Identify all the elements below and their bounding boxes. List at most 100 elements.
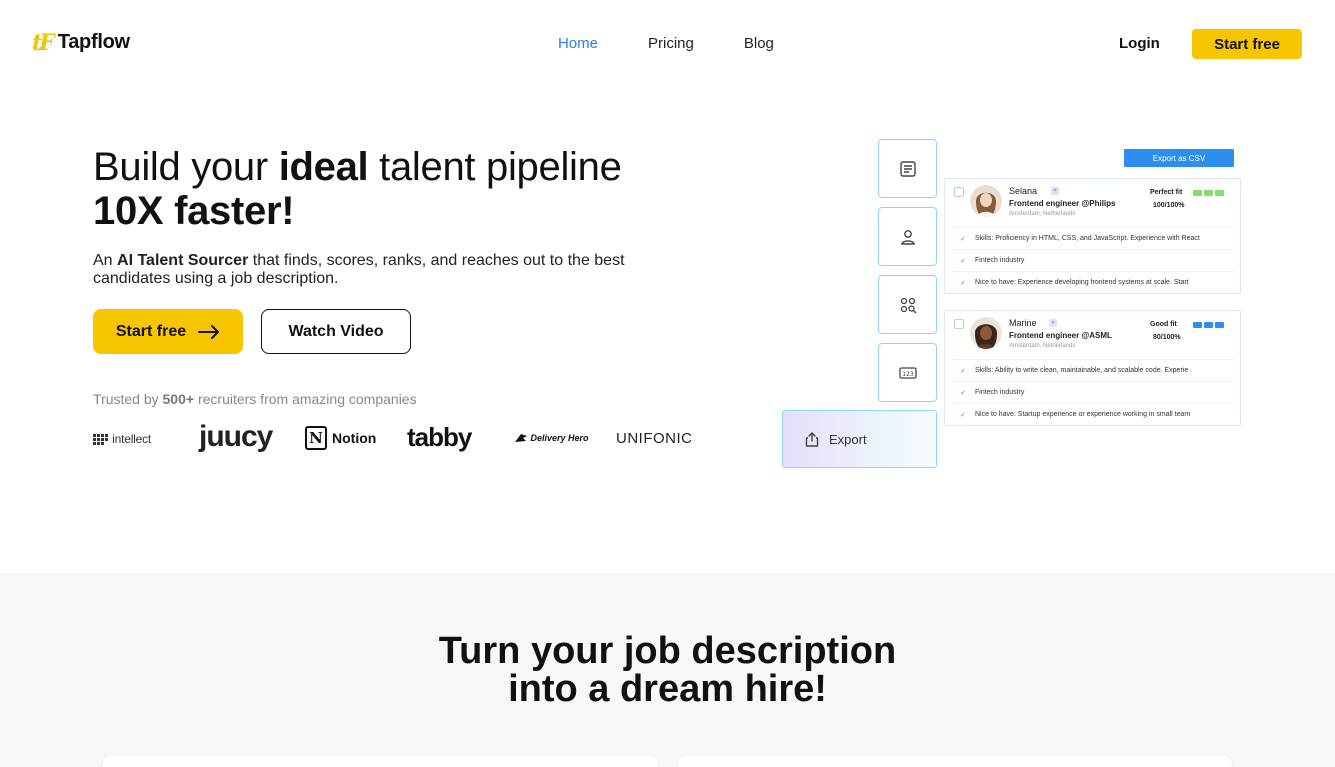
trusted-by-text: Trusted by 500+ recruiters from amazing … (93, 391, 417, 407)
intellect-text: intellect (112, 432, 152, 446)
linkedin-icon (1051, 187, 1059, 195)
fit-bar (1204, 190, 1213, 196)
feature-card (678, 755, 1232, 767)
company-logo-unifonic: UNIFONIC (616, 430, 693, 447)
company-logo-delivery-hero: Delivery Hero (514, 433, 589, 443)
start-free-top-button[interactable]: Start free (1192, 29, 1302, 59)
check-icon: ✔ (960, 280, 966, 287)
fit-bars (1193, 190, 1224, 196)
check-icon: ✔ (960, 368, 966, 375)
logo[interactable]: tF Tapflow (32, 31, 130, 54)
number-icon: 123 (898, 366, 917, 379)
fit-label: Good fit (1150, 321, 1177, 328)
company-logo-juucy: juucy (199, 420, 273, 453)
hero-subtitle: An AI Talent Sourcer that finds, scores,… (93, 252, 693, 288)
hero-title-line2: 10X faster! (93, 189, 295, 233)
start-free-label: Start free (115, 322, 187, 340)
hero-title-part: Build your (93, 145, 279, 189)
nav-link-home[interactable]: Home (558, 35, 598, 52)
hero-title: Build your ideal talent pipeline 10X fas… (93, 145, 622, 233)
side-panel-document (878, 139, 937, 198)
avatar (970, 185, 1002, 217)
hero-title-part: talent pipeline (368, 145, 622, 189)
top-nav: tF Tapflow Home Pricing Blog Login Start… (0, 0, 1335, 88)
hero-title-emphasis: ideal (278, 145, 369, 189)
notion-n-icon: N (305, 426, 327, 450)
criteria-row: ✔ Skills: Ability to write clean, maintai… (951, 359, 1234, 381)
candidate-header: Selana Frontend engineer @Philips Amster… (945, 179, 1240, 227)
candidate-role: Frontend engineer @ASML (1009, 331, 1112, 340)
logo-mark: tF (32, 29, 55, 56)
trusted-count: 500+ (162, 391, 195, 407)
company-logos: intellect juucy N Notion tabby Delivery … (93, 420, 713, 456)
check-icon: ✔ (960, 412, 966, 419)
check-icon: ✔ (960, 236, 966, 243)
fit-label: Perfect fit (1150, 189, 1183, 196)
side-panel-search-grid (878, 275, 937, 334)
nav-link-pricing[interactable]: Pricing (648, 35, 694, 52)
criteria-row: ✔ Fintech industry (951, 381, 1234, 403)
check-icon: ✔ (960, 390, 966, 397)
fit-bars (1193, 322, 1224, 328)
nav-link-blog[interactable]: Blog (744, 35, 774, 52)
criteria-text: Skills: Proficiency in HTML, CSS, and Ja… (975, 235, 1200, 242)
export-csv-button[interactable]: Export as CSV (1124, 149, 1234, 167)
criteria-row: ✔ Skills: Proficiency in HTML, CSS, and J… (951, 227, 1234, 249)
delivery-hero-text: Delivery Hero (530, 433, 589, 443)
candidate-name: Selana (1009, 186, 1038, 196)
export-label: Export (829, 431, 867, 447)
login-link[interactable]: Login (1119, 35, 1160, 52)
avatar (970, 317, 1002, 349)
trusted-part: Trusted by (93, 391, 163, 407)
criteria-text: Nice to have: Startup experience or expe… (975, 411, 1191, 418)
company-logo-notion: N Notion (305, 426, 376, 450)
export-panel[interactable]: Export (782, 410, 937, 468)
candidate-card: Marine Frontend engineer @ASML Amsterdam… (944, 310, 1241, 426)
candidate-location: Amsterdam, Netherlands (1009, 211, 1076, 217)
criteria-row: ✔ Fintech industry (951, 249, 1234, 271)
logo-text: Tapflow (57, 31, 130, 53)
criteria-text: Fintech industry (975, 389, 1025, 396)
share-export-icon (805, 432, 819, 447)
side-panel-person (878, 207, 937, 266)
notion-text: Notion (332, 430, 377, 446)
check-icon: ✔ (960, 258, 966, 265)
candidate-checkbox[interactable] (954, 319, 964, 329)
criteria-text: Nice to have: Experience developing fron… (975, 279, 1189, 286)
features-title-line2: into a dream hire! (508, 668, 827, 710)
candidate-name: Marine (1009, 318, 1037, 328)
side-panel-number: 123 (878, 343, 937, 402)
hero-sub-emphasis: AI Talent Sourcer (117, 252, 249, 269)
fit-bar (1215, 322, 1224, 328)
candidate-location: Amsterdam, Netherlands (1009, 343, 1076, 349)
criteria-text: Skills: Ability to write clean, maintain… (975, 367, 1189, 374)
fit-bar (1193, 322, 1202, 328)
fit-bar (1215, 190, 1224, 196)
criteria-row: ✔ Nice to have: Experience developing fro… (951, 271, 1234, 293)
feature-card (103, 755, 658, 767)
fit-score: 100/100% (1153, 202, 1185, 209)
company-logo-intellect: intellect (93, 432, 151, 446)
criteria-row: ✔ Nice to have: Startup experience or exp… (951, 403, 1234, 425)
start-free-button[interactable]: Start free (93, 309, 243, 354)
candidate-checkbox[interactable] (954, 187, 964, 197)
intellect-grid-icon (93, 434, 108, 445)
document-icon (899, 160, 916, 177)
search-grid-icon (900, 297, 916, 313)
nav-links: Home Pricing Blog (558, 35, 824, 52)
fit-bar (1204, 322, 1213, 328)
hero-sub-part: An (93, 252, 118, 269)
features-title-line1: Turn your job description (438, 630, 897, 672)
linkedin-icon (1049, 319, 1057, 327)
fit-score: 80/100% (1153, 334, 1181, 341)
candidate-role: Frontend engineer @Philips (1009, 199, 1116, 208)
fit-bar (1193, 190, 1202, 196)
company-logo-tabby: tabby (407, 422, 472, 452)
criteria-text: Fintech industry (975, 257, 1025, 264)
delivery-hero-icon (515, 434, 527, 442)
features-section-title: Turn your job description into a dream h… (0, 632, 1335, 708)
person-icon (900, 229, 915, 245)
watch-video-button[interactable]: Watch Video (261, 309, 411, 354)
trusted-part: recruiters from amazing companies (194, 391, 417, 407)
arrow-right-icon (198, 324, 220, 339)
